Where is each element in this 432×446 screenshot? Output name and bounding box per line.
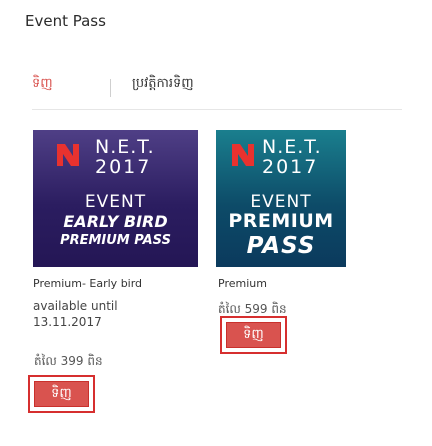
net-logo-icon bbox=[232, 144, 254, 166]
event-word: EVENT bbox=[250, 192, 312, 212]
event-word: EVENT bbox=[84, 192, 147, 212]
event-logo-text: N.E.T. 2017 bbox=[262, 138, 322, 177]
tab-divider bbox=[110, 79, 111, 97]
ticket-price: តំលៃ 399 ពិន bbox=[34, 354, 103, 368]
buy-button[interactable]: ទិញ bbox=[34, 381, 89, 407]
buy-button-highlight: ទិញ bbox=[28, 375, 95, 413]
promo-line1: EARLY BIRD bbox=[63, 212, 168, 231]
tab-buy[interactable]: ទិញ bbox=[32, 75, 53, 94]
logo-line1: N.E.T. bbox=[262, 136, 322, 158]
ticket-name: Premium- Early bird bbox=[33, 277, 143, 290]
availability-date: 13.11.2017 bbox=[33, 315, 102, 330]
buy-button-highlight: ទិញ bbox=[220, 316, 287, 354]
promo-line1: PREMIUM bbox=[228, 210, 334, 232]
availability-text: available until 13.11.2017 bbox=[33, 298, 118, 330]
logo-line1: N.E.T. bbox=[95, 136, 155, 158]
net-logo-icon bbox=[57, 144, 79, 166]
buy-button[interactable]: ទិញ bbox=[226, 322, 281, 348]
ticket-name: Premium bbox=[218, 277, 267, 290]
promo-text: EARLY BIRD PREMIUM PASS bbox=[33, 212, 198, 248]
event-logo-text: N.E.T. 2017 bbox=[95, 138, 155, 177]
event-image-premium[interactable]: N.E.T. 2017 EVENT PREMIUM PASS bbox=[216, 130, 346, 267]
tab-purchase-history[interactable]: ប្រវត្តិការទិញ bbox=[132, 75, 194, 94]
event-image-early-bird[interactable]: N.E.T. 2017 EVENT EARLY BIRD PREMIUM PAS… bbox=[33, 130, 198, 267]
promo-line2: PREMIUM PASS bbox=[60, 232, 171, 248]
page-title: Event Pass bbox=[25, 12, 106, 30]
promo-text: PREMIUM PASS bbox=[216, 210, 346, 259]
promo-line2: PASS bbox=[246, 232, 316, 259]
logo-line2: 2017 bbox=[262, 156, 319, 178]
tab-bar: ទិញ ប្រវត្តិការទិញ bbox=[32, 65, 402, 110]
availability-label: available until bbox=[33, 299, 118, 313]
logo-line2: 2017 bbox=[95, 156, 152, 178]
